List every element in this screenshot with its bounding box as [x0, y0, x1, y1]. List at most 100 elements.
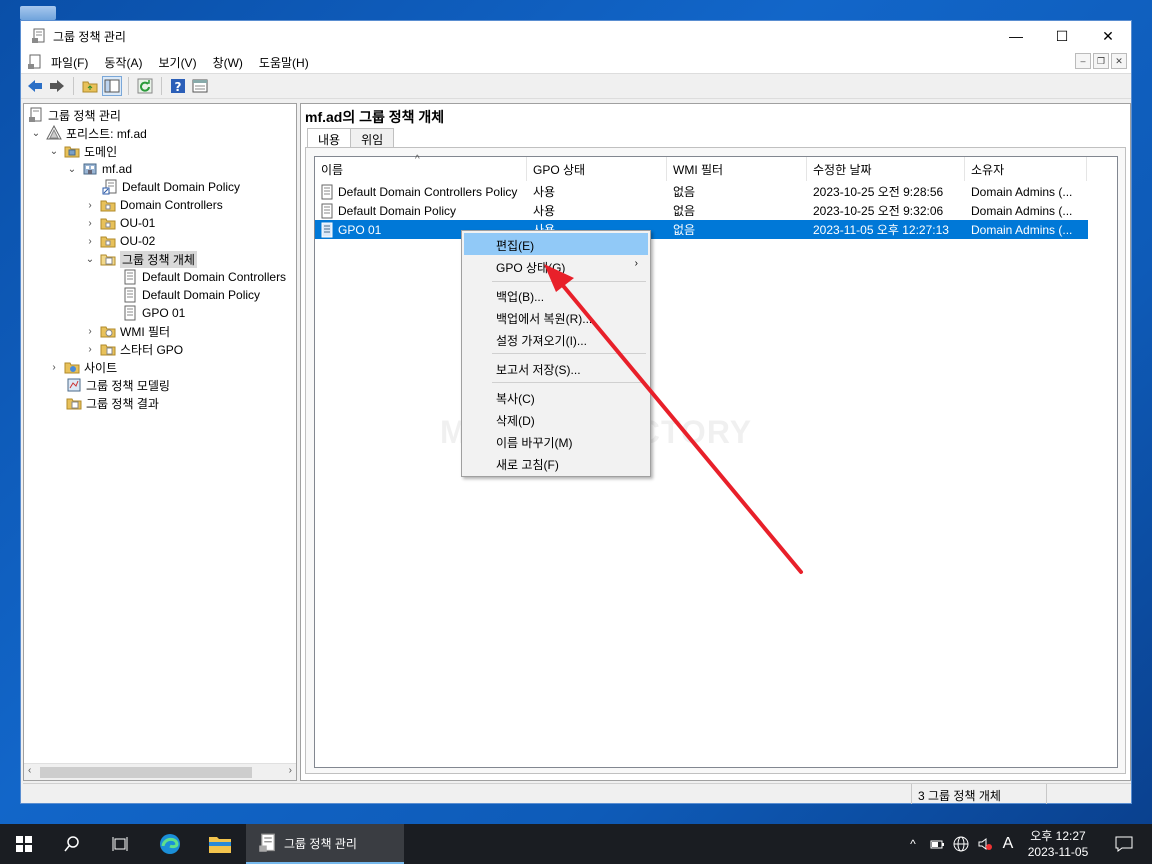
sites-icon [64, 362, 80, 374]
minimize-button[interactable]: — [993, 21, 1039, 51]
gpo-folder-icon [100, 254, 116, 266]
menu-item-copy[interactable]: 복사(C) [464, 386, 648, 408]
tree-item-gpo-container[interactable]: ⌄ 그룹 정책 개체 [84, 250, 197, 268]
tree-label: Domain Controllers [120, 198, 223, 212]
tab-contents[interactable]: 내용 [307, 128, 352, 148]
tree-item-domains[interactable]: ⌄ 도메인 [48, 142, 117, 160]
cell-wmi: 없음 [673, 204, 696, 218]
tree-item-ou-01[interactable]: › OU-01 [84, 214, 155, 232]
tree-item-wmi-filters[interactable]: › WMI 필터 [84, 322, 170, 340]
mdi-close-button[interactable]: ✕ [1111, 53, 1127, 69]
column-modified[interactable]: 수정한 날짜 [807, 157, 965, 181]
chevron-down-icon[interactable]: ⌄ [66, 164, 78, 175]
tree-item-starter-gpos[interactable]: › 스타터 GPO [84, 340, 183, 358]
horizontal-scrollbar[interactable]: ‹ › [24, 763, 296, 780]
show-hide-tree-button[interactable] [102, 76, 122, 96]
chevron-down-icon[interactable]: ⌄ [84, 254, 96, 265]
menu-item-rename[interactable]: 이름 바꾸기(M) [464, 430, 648, 452]
refresh-button[interactable] [135, 76, 155, 96]
column-name[interactable]: ^ 이름 [315, 154, 527, 181]
chevron-right-icon[interactable]: › [84, 344, 96, 355]
tree-item-modeling[interactable]: 그룹 정책 모델링 [66, 376, 170, 394]
chevron-right-icon[interactable]: › [84, 326, 96, 337]
menu-action[interactable]: 동작(A) [96, 54, 150, 71]
forest-icon [46, 125, 62, 140]
mdi-document-icon[interactable] [27, 54, 43, 70]
menu-help[interactable]: 도움말(H) [251, 54, 317, 71]
clock-date[interactable]: 2023-11-05 [1020, 845, 1096, 859]
menu-item-save-report[interactable]: 보고서 저장(S)... [464, 357, 648, 379]
mdi-restore-button[interactable]: ❐ [1093, 53, 1109, 69]
scroll-left-icon[interactable]: ‹ [28, 765, 31, 776]
row-name-text: Default Domain Controllers Policy [338, 184, 518, 199]
tree-item-sites[interactable]: › 사이트 [48, 358, 117, 376]
back-button[interactable] [25, 76, 45, 96]
menu-item-restore[interactable]: 백업에서 복원(R)... [464, 306, 648, 328]
menu-file[interactable]: 파일(F) [43, 54, 96, 71]
file-explorer-button[interactable] [196, 824, 244, 864]
tray-network-adapter[interactable] [926, 824, 948, 864]
ime-indicator[interactable]: A [998, 824, 1018, 864]
ou-folder-icon [100, 236, 116, 248]
column-gpo-status[interactable]: GPO 상태 [527, 157, 667, 181]
edge-button[interactable] [146, 824, 194, 864]
up-folder-button[interactable] [80, 76, 100, 96]
chevron-right-icon[interactable]: › [48, 362, 60, 373]
tree-item-ou-02[interactable]: › OU-02 [84, 232, 155, 250]
properties-button[interactable] [190, 76, 210, 96]
menu-item-refresh[interactable]: 새로 고침(F) [464, 452, 648, 474]
tray-volume[interactable] [974, 824, 996, 864]
back-arrow-icon [28, 80, 42, 92]
menu-view[interactable]: 보기(V) [150, 54, 204, 71]
tree-item-gpo-ddp[interactable]: Default Domain Policy [122, 286, 260, 304]
task-view-button[interactable] [96, 824, 144, 864]
chevron-down-icon[interactable]: ⌄ [48, 146, 60, 157]
search-button[interactable] [48, 824, 96, 864]
menu-item-delete[interactable]: 삭제(D) [464, 408, 648, 430]
column-wmi-filter[interactable]: WMI 필터 [667, 157, 807, 181]
tree-item-gpo-ddcp[interactable]: Default Domain Controllers [122, 268, 286, 286]
tree-item-gpo-01[interactable]: GPO 01 [122, 304, 185, 322]
scroll-thumb[interactable] [40, 767, 252, 778]
tab-delegation[interactable]: 위임 [350, 128, 395, 148]
start-button[interactable] [0, 824, 48, 864]
table-row[interactable]: Default Domain Controllers Policy 사용 없음 … [315, 182, 1088, 201]
show-hidden-icons-button[interactable]: ^ [904, 824, 922, 864]
chevron-right-icon[interactable]: › [84, 236, 96, 247]
file-explorer-icon [209, 837, 231, 853]
menu-window[interactable]: 창(W) [205, 54, 251, 71]
menu-item-backup[interactable]: 백업(B)... [464, 284, 648, 306]
menu-item-edit[interactable]: 편집(E) [464, 233, 648, 255]
chevron-right-icon[interactable]: › [84, 218, 96, 229]
clock-time[interactable]: 오후 12:27 [1020, 827, 1096, 844]
table-row-selected[interactable]: GPO 01 사용 없음 2023-11-05 오후 12:27:13 Doma… [315, 220, 1088, 239]
tree-item-default-domain-policy-link[interactable]: Default Domain Policy [102, 178, 240, 196]
table-row[interactable]: Default Domain Policy 사용 없음 2023-10-25 오… [315, 201, 1088, 220]
refresh-icon [137, 78, 153, 94]
tree-label: mf.ad [102, 162, 133, 176]
forward-button[interactable] [47, 76, 67, 96]
tree-item-forest[interactable]: ⌄ 포리스트: mf.ad [30, 124, 147, 142]
svg-text:?: ? [175, 80, 182, 94]
chevron-right-icon[interactable]: › [84, 200, 96, 211]
help-button[interactable]: ? [168, 76, 188, 96]
menu-item-gpo-status[interactable]: GPO 상태(G) › [464, 255, 648, 277]
action-center-button[interactable] [1104, 824, 1144, 864]
desktop-icon[interactable] [20, 6, 56, 20]
tree-item-results[interactable]: 그룹 정책 결과 [66, 394, 159, 412]
taskbar-app-gpmc[interactable]: 그룹 정책 관리 [246, 824, 404, 864]
tree-item-domain-controllers[interactable]: › Domain Controllers [84, 196, 223, 214]
chevron-down-icon[interactable]: ⌄ [30, 128, 42, 139]
globe-icon [953, 836, 969, 852]
mdi-minimize-button[interactable]: – [1075, 53, 1091, 69]
maximize-button[interactable]: ☐ [1039, 21, 1085, 51]
tree-item-domain[interactable]: ⌄ mf.ad [66, 160, 132, 178]
scroll-right-icon[interactable]: › [289, 765, 292, 776]
title-bar[interactable]: 그룹 정책 관리 — ☐ ✕ [21, 21, 1131, 51]
tray-network[interactable] [950, 824, 972, 864]
close-button[interactable]: ✕ [1085, 21, 1131, 51]
column-owner[interactable]: 소유자 [965, 157, 1087, 181]
toolbar-separator [73, 77, 74, 95]
menu-item-import[interactable]: 설정 가져오기(I)... [464, 328, 648, 350]
tree-item-root[interactable]: 그룹 정책 관리 [28, 106, 121, 124]
